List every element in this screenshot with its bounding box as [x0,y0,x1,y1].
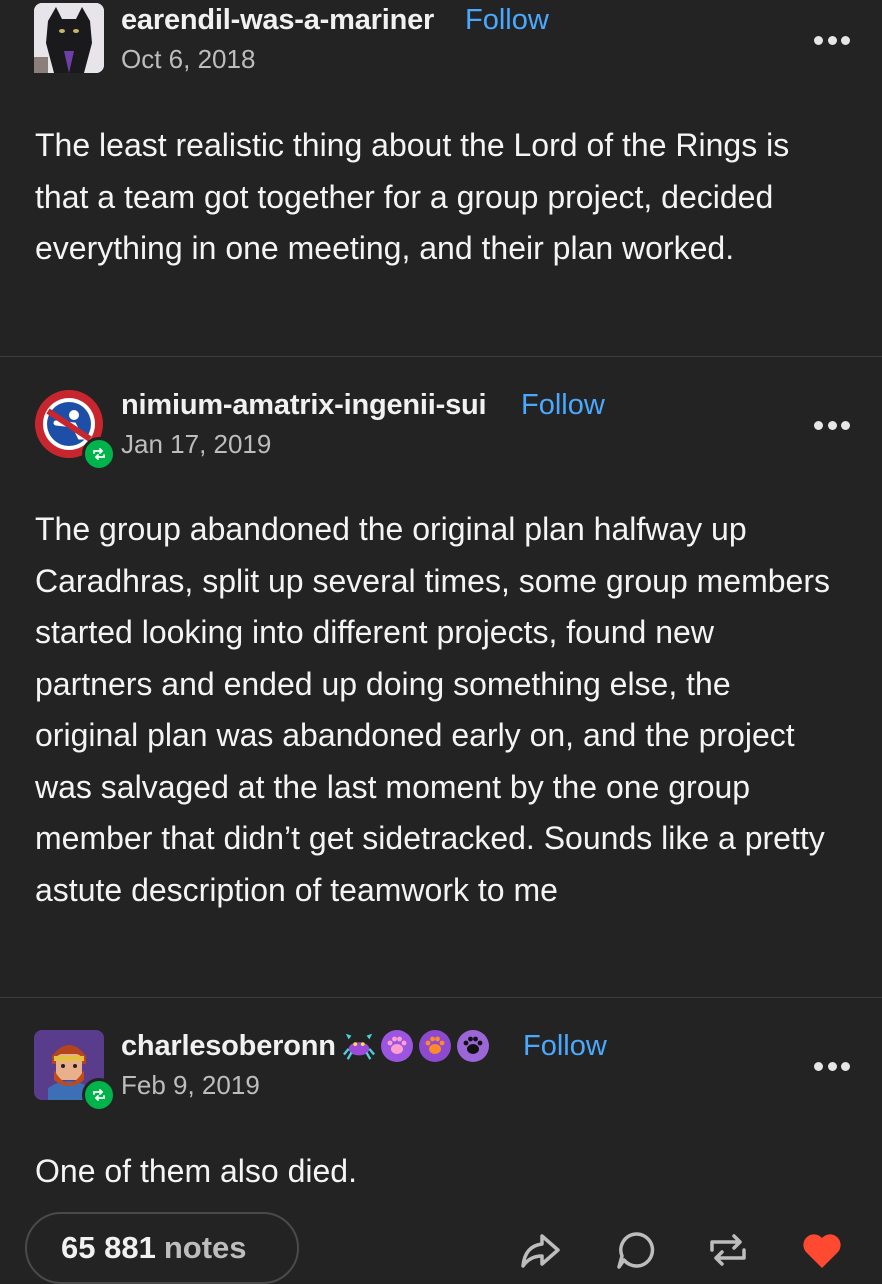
post-nimium: nimium-amatrix-ingenii-sui Follow Jan 17… [0,357,882,997]
username[interactable]: earendil-was-a-mariner [121,4,434,37]
more-dot-icon [841,35,850,45]
reblog-icon [710,1234,746,1266]
like-button[interactable] [800,1228,844,1272]
follow-button[interactable]: Follow [521,389,605,422]
more-dot-icon [841,1061,850,1071]
more-options-button[interactable] [814,1060,850,1072]
reblog-badge [82,1078,116,1112]
reply-button[interactable] [614,1228,658,1272]
more-options-button[interactable] [814,34,850,46]
reblog-button[interactable] [706,1228,750,1272]
black-paw-badge-icon[interactable] [457,1030,489,1062]
pink-paw-badge-icon[interactable] [381,1030,413,1062]
more-dot-icon [814,420,823,430]
reply-icon [617,1232,655,1269]
more-dot-icon [827,35,837,45]
avatar[interactable] [34,3,104,73]
avatar[interactable] [34,1030,116,1112]
post-body: The least realistic thing about the Lord… [35,127,790,266]
follow-button[interactable]: Follow [523,1030,607,1063]
post-footer: 65 881 notes [0,1196,882,1284]
black-cat-avatar-icon [34,3,104,73]
more-dot-icon [814,35,823,45]
avatar[interactable] [34,389,116,471]
notes-label: notes [163,1230,247,1265]
more-dot-icon [827,420,837,430]
username[interactable]: nimium-amatrix-ingenii-sui [121,389,487,422]
username[interactable]: charlesoberonn [121,1030,336,1063]
post-date[interactable]: Jan 17, 2019 [121,429,271,460]
notes-button[interactable]: 65 881 notes [25,1212,299,1284]
share-button[interactable] [518,1228,562,1272]
orange-paw-badge-icon[interactable] [419,1030,451,1062]
follow-button[interactable]: Follow [465,4,549,37]
more-dot-icon [814,1061,823,1071]
post-date[interactable]: Feb 9, 2019 [121,1070,260,1101]
reblog-icon [93,1089,105,1101]
post-date[interactable]: Oct 6, 2018 [121,44,255,75]
share-icon [521,1234,560,1268]
post-body: One of them also died. [35,1153,357,1189]
post-body: The group abandoned the original plan ha… [35,511,830,908]
more-options-button[interactable] [814,419,850,431]
notes-count: 65 881 [61,1230,156,1265]
user-badges [343,1030,489,1062]
reblog-icon [93,448,105,460]
crab-badge-icon[interactable] [343,1030,375,1062]
like-heart-icon [803,1234,841,1268]
reblog-badge [82,437,116,471]
more-dot-icon [841,420,850,430]
post-earendil: earendil-was-a-mariner Follow Oct 6, 201… [0,0,882,356]
more-dot-icon [827,1061,837,1071]
